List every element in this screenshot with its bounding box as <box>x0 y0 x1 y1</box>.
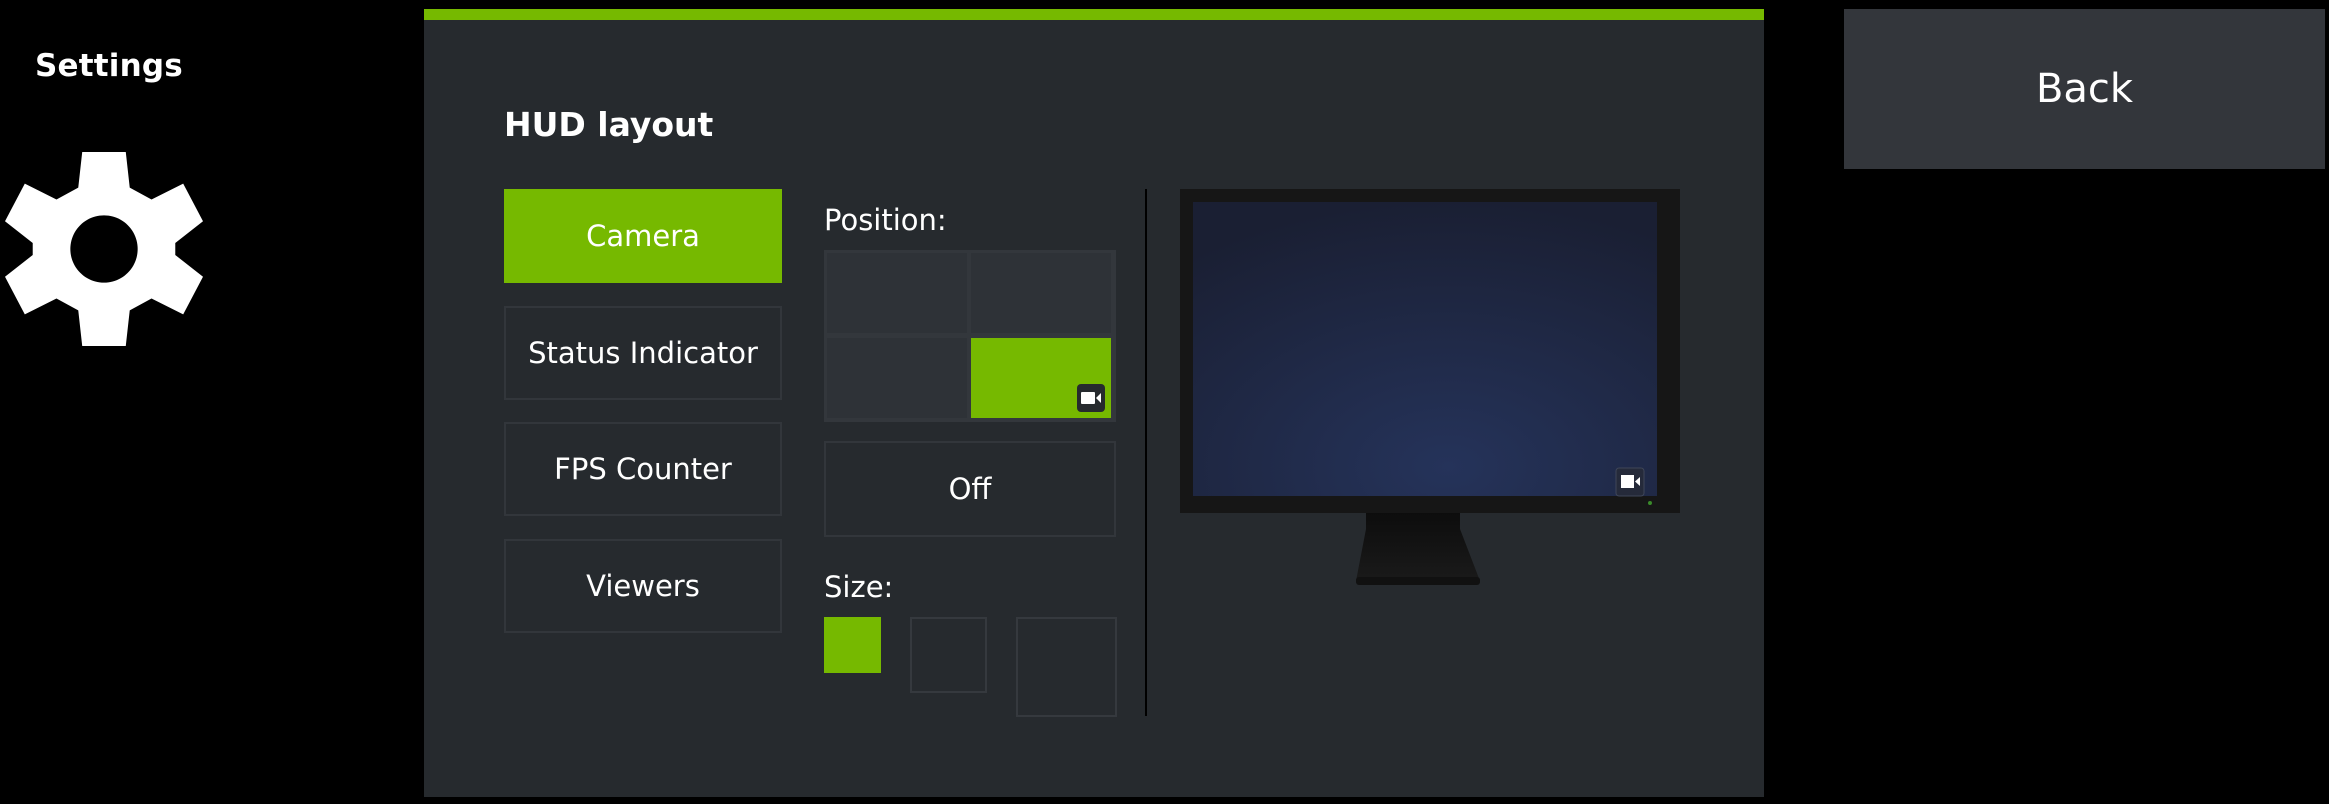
hud-layout-panel: HUD layout Camera Status Indicator FPS C… <box>424 9 1764 797</box>
camera-icon <box>1077 384 1105 412</box>
monitor-icon <box>1180 189 1680 585</box>
size-label: Size: <box>824 570 894 604</box>
position-bottom-left[interactable] <box>827 338 967 418</box>
panel-title: HUD layout <box>504 105 714 144</box>
position-bottom-right[interactable] <box>971 338 1111 418</box>
position-off-button[interactable]: Off <box>824 441 1116 537</box>
position-label: Position: <box>824 203 947 237</box>
camera-icon <box>1615 467 1645 497</box>
category-label: FPS Counter <box>554 452 732 486</box>
settings-title: Settings <box>35 48 183 84</box>
category-fps-counter-button[interactable]: FPS Counter <box>504 422 782 516</box>
category-label: Viewers <box>586 569 700 603</box>
vertical-divider <box>1145 189 1147 716</box>
size-large-option[interactable] <box>1016 617 1117 717</box>
position-grid <box>824 250 1116 422</box>
category-status-indicator-button[interactable]: Status Indicator <box>504 306 782 400</box>
back-label: Back <box>2035 66 2134 112</box>
category-label: Status Indicator <box>528 336 758 370</box>
position-top-right[interactable] <box>971 253 1111 333</box>
panel-accent-bar <box>424 9 1764 20</box>
back-button[interactable]: Back <box>1844 9 2325 169</box>
size-medium-option[interactable] <box>910 617 987 693</box>
category-viewers-button[interactable]: Viewers <box>504 539 782 633</box>
off-label: Off <box>948 472 992 506</box>
category-camera-button[interactable]: Camera <box>504 189 782 283</box>
category-label: Camera <box>586 219 700 253</box>
size-small-option[interactable] <box>824 617 881 673</box>
position-top-left[interactable] <box>827 253 967 333</box>
gear-icon <box>5 151 203 347</box>
